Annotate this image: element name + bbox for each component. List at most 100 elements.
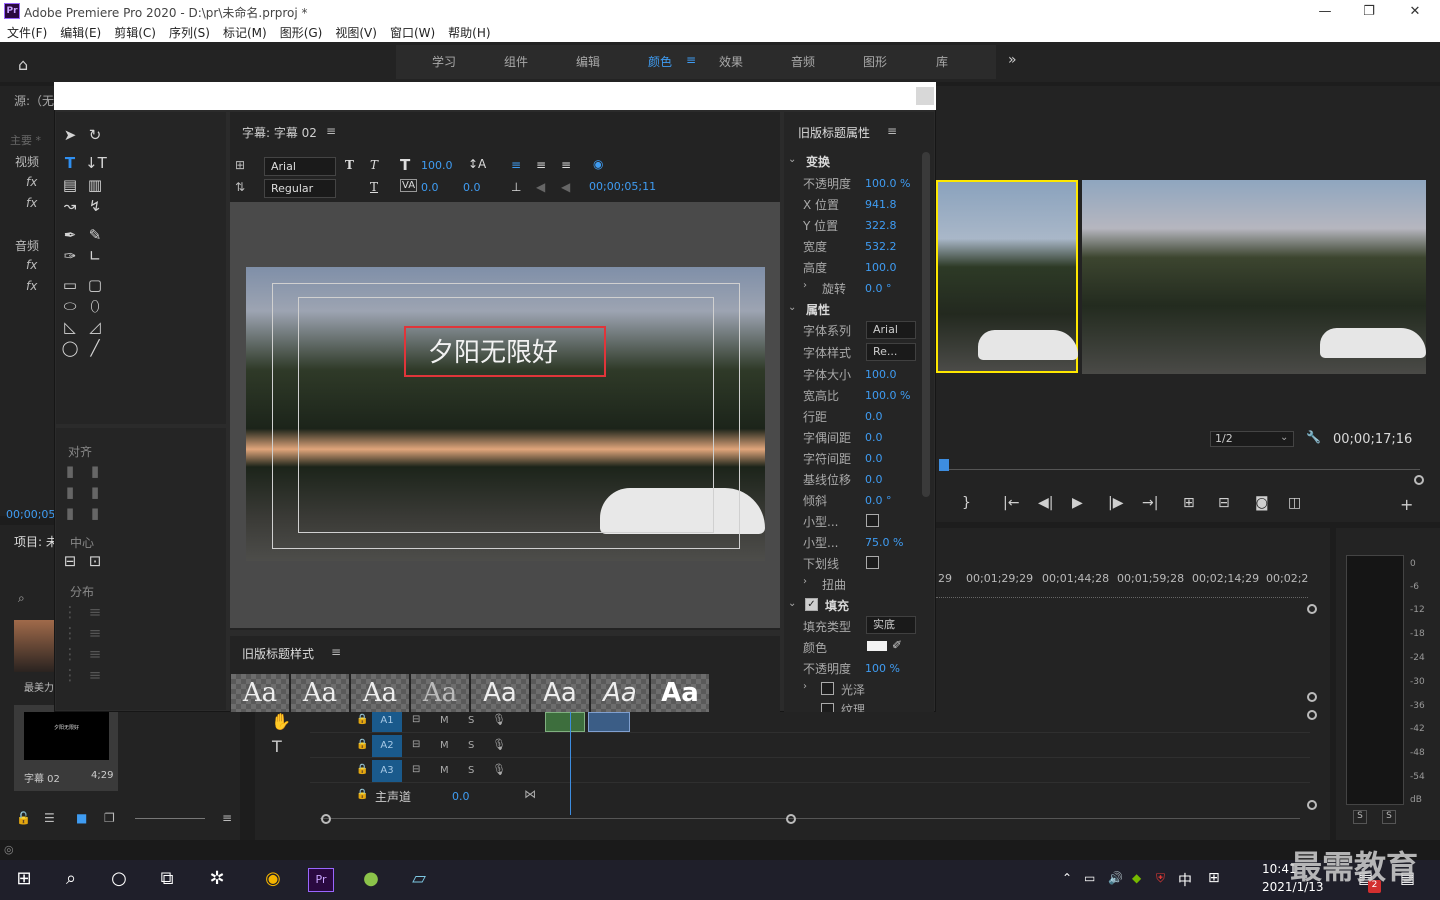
ws-audio[interactable]: 音频 — [791, 53, 815, 70]
style-swatch[interactable]: Aa — [291, 674, 349, 712]
keyboard-icon[interactable]: ⊞ — [1208, 870, 1220, 886]
distribute-icon[interactable]: ≡ — [85, 603, 105, 621]
wedge-tool-icon[interactable]: ◺ — [60, 318, 80, 336]
font-family-select[interactable]: Arial — [264, 157, 336, 176]
lock-icon[interactable]: 🔒 — [356, 764, 368, 775]
scroll-handle[interactable] — [1307, 692, 1317, 702]
extract-icon[interactable]: ⊟ — [1218, 495, 1230, 511]
camera-icon[interactable]: ◙ — [1255, 495, 1269, 511]
smallcaps-checkbox[interactable] — [866, 514, 879, 527]
solo-button[interactable]: S — [468, 715, 474, 726]
transform-section[interactable]: 变换 — [806, 153, 830, 170]
align-top-icon[interactable]: ▮ — [85, 462, 105, 480]
width-value[interactable]: 532.2 — [865, 240, 897, 253]
properties-scrollbar[interactable] — [922, 152, 930, 497]
vertical-area-type-tool-icon[interactable]: ▥ — [85, 176, 105, 194]
kerning-value[interactable]: 0.0 — [421, 181, 439, 194]
chevron-down-icon[interactable]: ⌄ — [788, 302, 796, 313]
track-tag-a2[interactable]: A2 — [372, 735, 402, 757]
show-video-icon[interactable]: ◉ — [593, 157, 603, 171]
arc-tool-icon[interactable]: ◿ — [85, 318, 105, 336]
lock-icon[interactable]: 🔒 — [356, 789, 368, 800]
align-right-icon[interactable]: ▮ — [60, 504, 80, 522]
green-app-icon[interactable]: ● — [358, 868, 384, 892]
ws-learn[interactable]: 学习 — [432, 53, 456, 70]
more-workspaces-icon[interactable]: » — [1008, 52, 1017, 68]
mute-button[interactable]: M — [440, 740, 449, 751]
distribute-icon[interactable]: ⋮ — [60, 603, 80, 621]
vertical-path-type-tool-icon[interactable]: ↯ — [85, 197, 105, 215]
style-swatch[interactable]: Aa — [531, 674, 589, 712]
sync-icon[interactable]: ⊟ — [412, 739, 420, 750]
rounded-corner-tool-icon[interactable]: ⬯ — [85, 297, 105, 315]
line-tool-icon[interactable]: ╱ — [85, 339, 105, 357]
chevron-right-icon[interactable]: › — [803, 576, 807, 587]
wrench-icon[interactable]: 🔧 — [1306, 430, 1321, 444]
leading-value[interactable]: 0.0 — [463, 181, 481, 194]
notepad-icon[interactable]: ▱ — [406, 868, 432, 892]
distribute-icon[interactable]: ≡ — [85, 624, 105, 642]
mute-button[interactable]: M — [440, 715, 449, 726]
scroll-handle[interactable] — [1307, 604, 1317, 614]
distribute-icon[interactable]: ≡ — [85, 666, 105, 684]
volume-icon[interactable]: 🔊 — [1108, 871, 1123, 885]
track-tag-a1[interactable]: A1 — [372, 710, 402, 732]
scroll-end-handle[interactable] — [1414, 475, 1424, 485]
align-center-text-icon[interactable]: ≡ — [536, 158, 546, 172]
selection-tool-icon[interactable]: ➤ — [60, 126, 80, 144]
align-hcenter-icon[interactable]: ▮ — [60, 483, 80, 501]
tracking-value[interactable]: 0.0 — [865, 452, 883, 465]
minimize-button[interactable]: — — [1305, 2, 1345, 22]
master-volume[interactable]: 0.0 — [452, 790, 470, 803]
align-vcenter-icon[interactable]: ▮ — [85, 483, 105, 501]
leading-value[interactable]: 0.0 — [865, 410, 883, 423]
pinwheel-app-icon[interactable]: ✲ — [204, 868, 230, 892]
timeline-scrollbar[interactable] — [320, 818, 1300, 819]
roll-crawl-icon[interactable]: ⇅ — [235, 180, 245, 194]
rectangle-tool-icon[interactable]: ▭ — [60, 276, 80, 294]
sheen-checkbox[interactable] — [821, 682, 834, 695]
distribute-icon[interactable]: ⋮ — [60, 666, 80, 684]
restore-button[interactable]: ❐ — [1349, 2, 1389, 22]
panel-menu-icon[interactable]: ≡ — [887, 124, 897, 138]
new-title-icon[interactable]: ⊞ — [235, 158, 245, 172]
lock-icon[interactable]: 🔒 — [356, 739, 368, 750]
clip-thumbnail[interactable] — [14, 620, 54, 672]
title-timecode[interactable]: 00;00;05;11 — [589, 180, 656, 193]
pen-tool-icon[interactable]: ✒ — [60, 226, 80, 244]
underline-checkbox[interactable] — [866, 556, 879, 569]
convert-anchor-tool-icon[interactable]: ∟ — [85, 247, 105, 265]
tab-stops-icon[interactable]: ⊥ — [511, 180, 521, 194]
chevron-right-icon[interactable]: › — [803, 681, 807, 692]
collapse-icon[interactable]: ⋈ — [524, 787, 536, 801]
align-left-icon[interactable]: ▮ — [60, 462, 80, 480]
title-text[interactable]: 夕阳无限好 — [428, 332, 558, 369]
font-size-value[interactable]: 100.0 — [865, 368, 897, 381]
rotation-value[interactable]: 0.0 ° — [865, 282, 892, 295]
rounded-rect-tool-icon[interactable]: ▢ — [85, 276, 105, 294]
add-button-icon[interactable]: + — [1400, 495, 1413, 514]
ws-libraries[interactable]: 库 — [936, 53, 948, 70]
microphone-icon[interactable]: 🎙 — [492, 763, 506, 776]
menu-graphics[interactable]: 图形(G) — [273, 24, 329, 42]
aspect-value[interactable]: 100.0 % — [865, 389, 910, 402]
ws-effects[interactable]: 效果 — [719, 53, 743, 70]
network-icon[interactable]: ▭ — [1084, 871, 1095, 885]
distort-label[interactable]: 扭曲 — [822, 576, 846, 593]
fill-opacity-value[interactable]: 100 % — [865, 662, 900, 675]
center-horizontal-icon[interactable]: ⊟ — [60, 552, 80, 570]
area-type-tool-icon[interactable]: ▤ — [60, 176, 80, 194]
eyedropper-icon[interactable]: ✐ — [892, 638, 902, 652]
step-forward-icon[interactable]: |▶ — [1108, 495, 1123, 511]
lock-icon[interactable]: 🔒 — [356, 714, 368, 725]
chevron-down-icon[interactable]: ⌄ — [788, 598, 796, 609]
compare-view-icon[interactable]: ◫ — [1288, 495, 1301, 511]
step-back-icon[interactable]: ◀| — [1038, 495, 1053, 511]
bold-icon[interactable]: T — [345, 158, 354, 172]
mute-button[interactable]: M — [440, 765, 449, 776]
slant-value[interactable]: 0.0 ° — [865, 494, 892, 507]
align-bottom-icon[interactable]: ▮ — [85, 504, 105, 522]
prev-frame-icon[interactable]: ◀ — [536, 180, 545, 194]
freeform-view-icon[interactable]: ❐ — [104, 811, 115, 825]
search-icon[interactable]: ⌕ — [58, 868, 84, 892]
